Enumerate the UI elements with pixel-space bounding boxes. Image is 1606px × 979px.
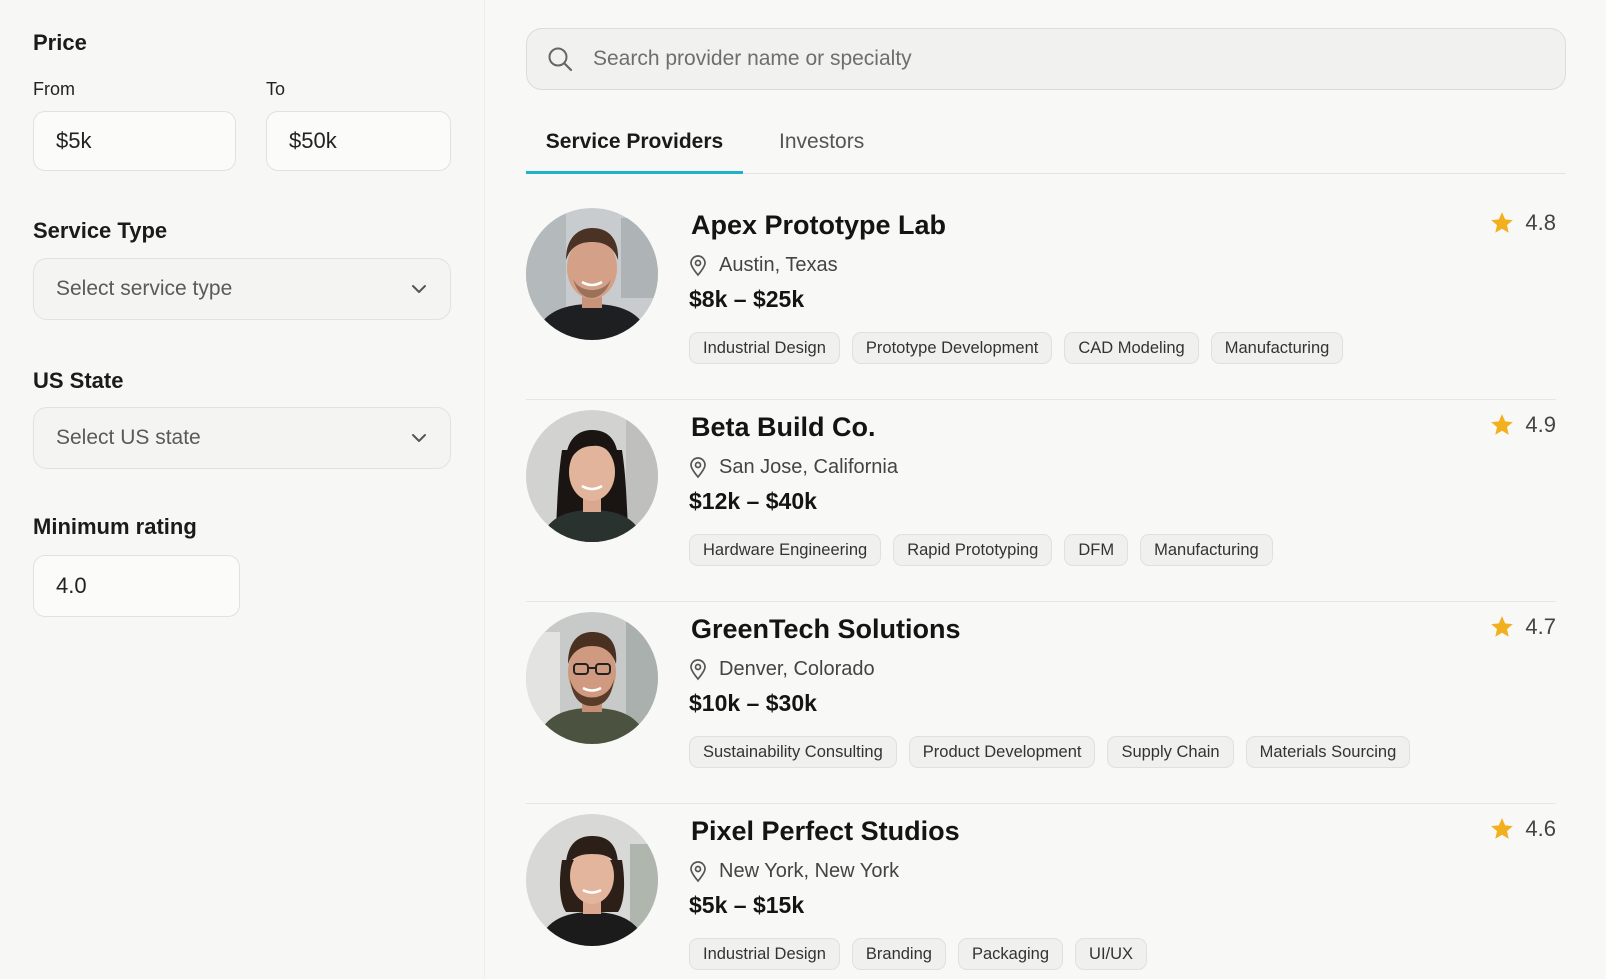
provider-location: San Jose, California	[689, 456, 898, 479]
tag[interactable]: Product Development	[908, 736, 1096, 768]
provider-tags: Industrial Design Prototype Development …	[689, 332, 1344, 364]
tag[interactable]: Sustainability Consulting	[689, 736, 897, 768]
provider-name[interactable]: GreenTech Solutions	[691, 614, 961, 645]
us-state-placeholder: Select US state	[56, 426, 201, 449]
provider-rating: 4.6	[1489, 816, 1556, 842]
provider-name[interactable]: Apex Prototype Lab	[691, 210, 946, 241]
provider-location: Austin, Texas	[689, 254, 838, 277]
search-input[interactable]: Search provider name or specialty	[593, 47, 912, 71]
provider-location-text: San Jose, California	[719, 456, 898, 478]
us-state-select[interactable]: Select US state	[33, 407, 451, 469]
tab-service-providers[interactable]: Service Providers	[526, 130, 743, 174]
provider-card[interactable]: Pixel Perfect Studios New York, New York…	[526, 804, 1556, 979]
tag[interactable]: Industrial Design	[689, 332, 840, 364]
tag[interactable]: UI/UX	[1075, 938, 1148, 970]
price-to-input[interactable]: $50k	[266, 111, 451, 171]
provider-location-text: Denver, Colorado	[719, 658, 875, 680]
avatar	[526, 410, 658, 542]
rating-value: 4.6	[1525, 816, 1556, 841]
service-type-select[interactable]: Select service type	[33, 258, 451, 320]
star-icon	[1489, 816, 1515, 842]
tag[interactable]: Manufacturing	[1210, 332, 1344, 364]
rating-value: 4.8	[1525, 210, 1556, 235]
star-icon	[1489, 614, 1515, 640]
min-rating-title: Minimum rating	[33, 514, 197, 539]
rating-value: 4.7	[1525, 614, 1556, 639]
tag[interactable]: Hardware Engineering	[689, 534, 882, 566]
price-from-input[interactable]: $5k	[33, 111, 236, 171]
provider-rating: 4.7	[1489, 614, 1556, 640]
avatar	[526, 612, 658, 744]
us-state-title: US State	[33, 368, 124, 393]
provider-rating: 4.8	[1489, 210, 1556, 236]
service-type-placeholder: Select service type	[56, 277, 233, 300]
tag[interactable]: DFM	[1064, 534, 1129, 566]
star-icon	[1489, 412, 1515, 438]
tag[interactable]: Manufacturing	[1140, 534, 1273, 566]
provider-location-text: New York, New York	[719, 860, 900, 882]
chevron-down-icon	[410, 280, 428, 298]
tag[interactable]: Materials Sourcing	[1245, 736, 1411, 768]
tag[interactable]: CAD Modeling	[1064, 332, 1199, 364]
provider-list: Apex Prototype Lab Austin, Texas $8k – $…	[526, 198, 1556, 979]
provider-location: Denver, Colorado	[689, 658, 875, 681]
avatar	[526, 208, 658, 340]
location-pin-icon	[689, 456, 709, 479]
search-icon	[547, 45, 575, 73]
tab-bar: Service Providers Investors	[526, 118, 1566, 174]
service-type-title: Service Type	[33, 218, 168, 243]
provider-location-text: Austin, Texas	[719, 254, 838, 276]
search-bar[interactable]: Search provider name or specialty	[526, 28, 1566, 90]
price-title: Price	[33, 30, 87, 55]
chevron-down-icon	[410, 429, 428, 447]
location-pin-icon	[689, 860, 709, 883]
rating-value: 4.9	[1525, 412, 1556, 437]
star-icon	[1489, 210, 1515, 236]
tag[interactable]: Packaging	[957, 938, 1064, 970]
provider-card[interactable]: Apex Prototype Lab Austin, Texas $8k – $…	[526, 198, 1556, 400]
provider-location: New York, New York	[689, 860, 899, 883]
location-pin-icon	[689, 658, 709, 681]
tag[interactable]: Industrial Design	[689, 938, 840, 970]
provider-price: $8k – $25k	[689, 286, 805, 312]
price-to-label: To	[266, 79, 286, 99]
location-pin-icon	[689, 254, 709, 277]
price-from-label: From	[33, 79, 75, 99]
app-root: Price From To $5k $50k Service Type Sele…	[0, 0, 1606, 979]
min-rating-input[interactable]: 4.0	[33, 555, 240, 617]
tag[interactable]: Supply Chain	[1107, 736, 1234, 768]
tag[interactable]: Branding	[851, 938, 946, 970]
provider-card[interactable]: Beta Build Co. San Jose, California $12k…	[526, 400, 1556, 602]
tag[interactable]: Rapid Prototyping	[893, 534, 1053, 566]
provider-price: $10k – $30k	[689, 690, 817, 716]
tab-investors[interactable]: Investors	[779, 130, 864, 174]
provider-rating: 4.9	[1489, 412, 1556, 438]
avatar	[526, 814, 658, 946]
provider-tags: Sustainability Consulting Product Develo…	[689, 736, 1411, 768]
filter-sidebar: Price From To $5k $50k Service Type Sele…	[0, 0, 485, 979]
provider-tags: Hardware Engineering Rapid Prototyping D…	[689, 534, 1273, 566]
provider-name[interactable]: Pixel Perfect Studios	[691, 816, 960, 847]
provider-card[interactable]: GreenTech Solutions Denver, Colorado $10…	[526, 602, 1556, 804]
provider-tags: Industrial Design Branding Packaging UI/…	[689, 938, 1148, 970]
provider-name[interactable]: Beta Build Co.	[691, 412, 876, 443]
tag[interactable]: Prototype Development	[851, 332, 1053, 364]
provider-price: $12k – $40k	[689, 488, 817, 514]
provider-price: $5k – $15k	[689, 892, 805, 918]
